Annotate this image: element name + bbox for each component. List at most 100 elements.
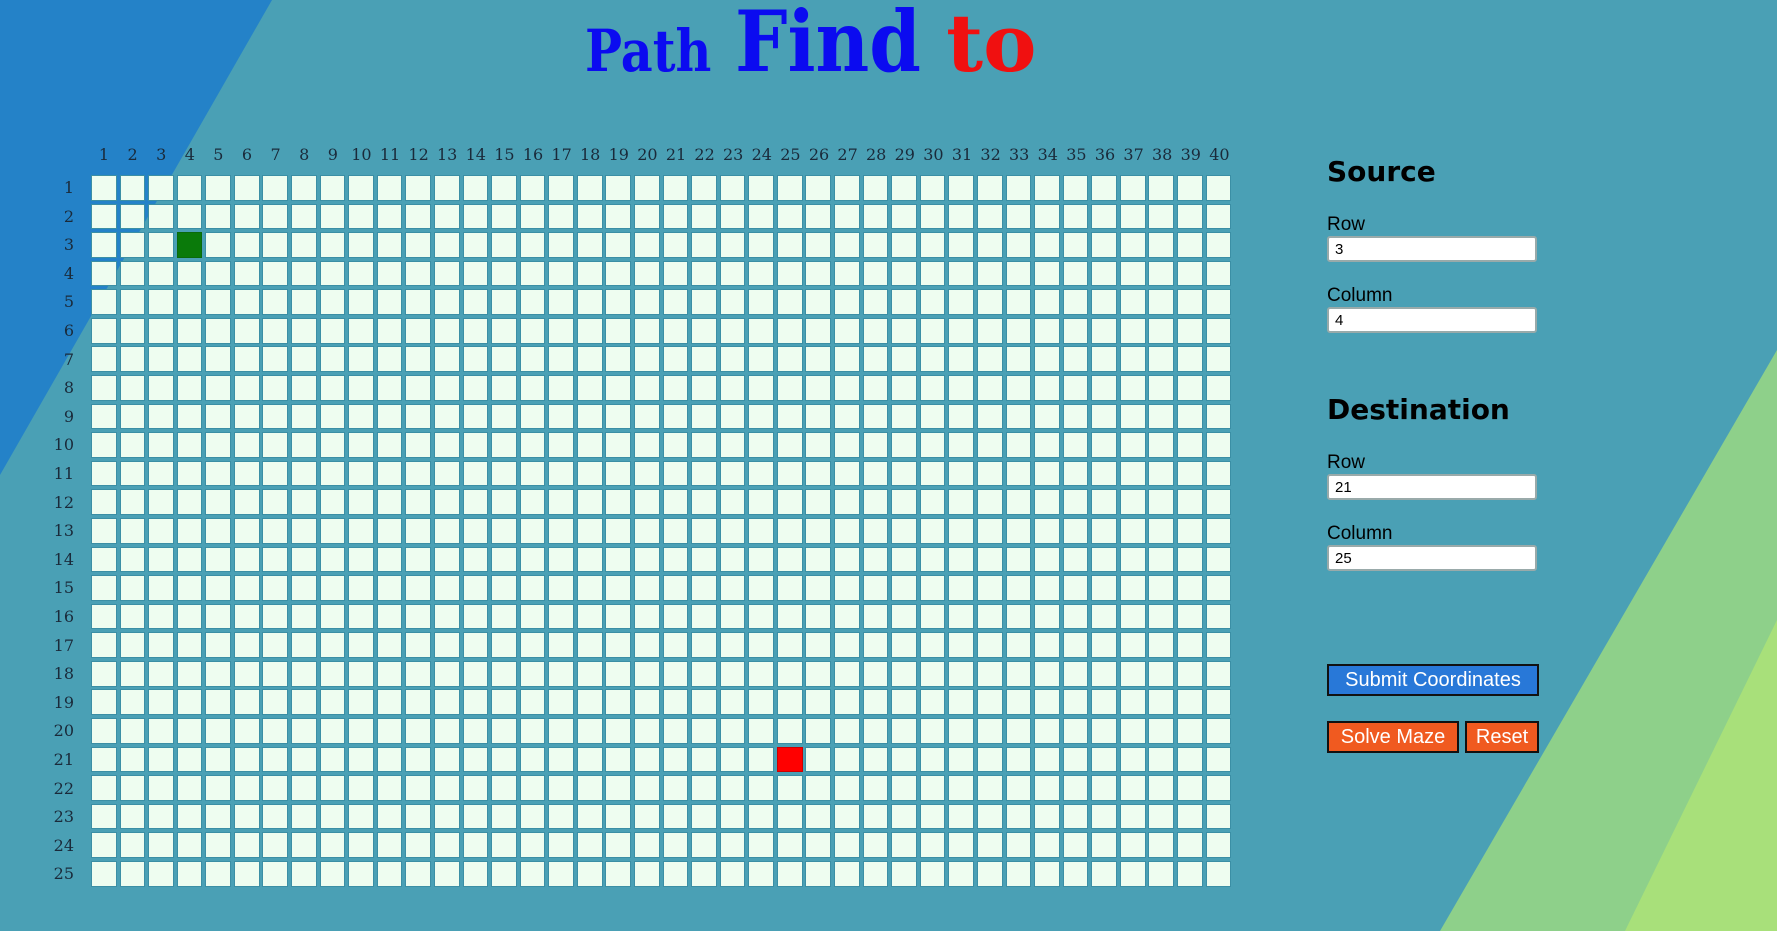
maze-cell[interactable] bbox=[376, 575, 403, 601]
maze-cell[interactable] bbox=[633, 575, 660, 601]
maze-cell[interactable] bbox=[1005, 175, 1032, 201]
maze-cell[interactable] bbox=[976, 717, 1003, 744]
maze-cell[interactable] bbox=[348, 575, 374, 601]
maze-cell[interactable] bbox=[176, 403, 203, 430]
maze-cell[interactable] bbox=[1119, 460, 1146, 487]
maze-cell[interactable] bbox=[119, 232, 146, 258]
maze-cell[interactable] bbox=[348, 689, 374, 716]
maze-cell[interactable] bbox=[691, 660, 717, 687]
maze-cell[interactable] bbox=[748, 460, 774, 487]
maze-cell[interactable] bbox=[691, 775, 717, 801]
maze-cell[interactable] bbox=[605, 832, 632, 858]
maze-cell[interactable] bbox=[548, 317, 574, 344]
maze-cell[interactable] bbox=[148, 489, 174, 516]
maze-cell[interactable] bbox=[148, 232, 174, 258]
maze-cell[interactable] bbox=[748, 432, 774, 458]
maze-cell[interactable] bbox=[1091, 203, 1117, 230]
maze-cell[interactable] bbox=[548, 489, 574, 516]
maze-cell[interactable] bbox=[1148, 746, 1175, 773]
maze-cell[interactable] bbox=[633, 603, 660, 630]
maze-cell[interactable] bbox=[919, 546, 946, 573]
maze-cell[interactable] bbox=[348, 717, 374, 744]
maze-cell[interactable] bbox=[491, 489, 517, 516]
maze-cell[interactable] bbox=[748, 832, 774, 858]
maze-cell[interactable] bbox=[633, 203, 660, 230]
maze-cell[interactable] bbox=[262, 317, 289, 344]
maze-cell[interactable] bbox=[433, 403, 460, 430]
maze-cell[interactable] bbox=[519, 632, 546, 658]
maze-cell[interactable] bbox=[262, 175, 289, 201]
maze-cell[interactable] bbox=[148, 375, 174, 401]
maze-cell[interactable] bbox=[1034, 346, 1060, 373]
maze-cell[interactable] bbox=[433, 232, 460, 258]
maze-cell[interactable] bbox=[605, 175, 632, 201]
maze-cell[interactable] bbox=[748, 317, 774, 344]
maze-cell[interactable] bbox=[319, 403, 346, 430]
maze-cell[interactable] bbox=[205, 546, 231, 573]
maze-cell[interactable] bbox=[176, 632, 203, 658]
maze-cell[interactable] bbox=[376, 546, 403, 573]
maze-cell[interactable] bbox=[405, 832, 432, 858]
maze-cell[interactable] bbox=[662, 289, 689, 315]
maze-cell[interactable] bbox=[319, 460, 346, 487]
maze-cell[interactable] bbox=[776, 432, 803, 458]
maze-cell[interactable] bbox=[491, 632, 517, 658]
maze-cell[interactable] bbox=[462, 232, 489, 258]
maze-cell[interactable] bbox=[91, 860, 117, 887]
maze-cell[interactable] bbox=[462, 346, 489, 373]
maze-cell[interactable] bbox=[862, 403, 889, 430]
maze-cell[interactable] bbox=[205, 317, 231, 344]
maze-cell[interactable] bbox=[205, 746, 231, 773]
maze-cell[interactable] bbox=[91, 775, 117, 801]
maze-cell[interactable] bbox=[519, 489, 546, 516]
maze-cell[interactable] bbox=[1205, 489, 1232, 516]
maze-cell[interactable] bbox=[1062, 460, 1089, 487]
maze-cell[interactable] bbox=[233, 317, 260, 344]
maze-cell[interactable] bbox=[576, 632, 603, 658]
maze-cell[interactable] bbox=[119, 517, 146, 544]
maze-cell[interactable] bbox=[91, 689, 117, 716]
maze-cell[interactable] bbox=[605, 232, 632, 258]
maze-cell[interactable] bbox=[776, 317, 803, 344]
maze-cell[interactable] bbox=[719, 603, 746, 630]
maze-cell[interactable] bbox=[348, 489, 374, 516]
maze-cell[interactable] bbox=[291, 489, 317, 516]
maze-cell[interactable] bbox=[291, 717, 317, 744]
maze-cell[interactable] bbox=[519, 232, 546, 258]
maze-cell[interactable] bbox=[1034, 575, 1060, 601]
maze-cell[interactable] bbox=[1005, 260, 1032, 287]
maze-cell[interactable] bbox=[462, 203, 489, 230]
maze-cell[interactable] bbox=[834, 432, 860, 458]
maze-cell[interactable] bbox=[891, 689, 917, 716]
maze-cell[interactable] bbox=[691, 317, 717, 344]
maze-cell[interactable] bbox=[1062, 346, 1089, 373]
maze-cell[interactable] bbox=[176, 432, 203, 458]
maze-cell[interactable] bbox=[1091, 175, 1117, 201]
maze-cell[interactable] bbox=[605, 460, 632, 487]
maze-cell[interactable] bbox=[834, 689, 860, 716]
maze-cell[interactable] bbox=[1205, 175, 1232, 201]
maze-cell[interactable] bbox=[376, 775, 403, 801]
maze-cell[interactable] bbox=[776, 546, 803, 573]
maze-cell[interactable] bbox=[205, 689, 231, 716]
maze-cell[interactable] bbox=[1176, 575, 1203, 601]
maze-cell[interactable] bbox=[119, 775, 146, 801]
maze-cell[interactable] bbox=[1148, 403, 1175, 430]
maze-cell[interactable] bbox=[1176, 632, 1203, 658]
maze-cell[interactable] bbox=[948, 403, 975, 430]
maze-cell[interactable] bbox=[1034, 175, 1060, 201]
maze-cell[interactable] bbox=[1062, 203, 1089, 230]
maze-cell[interactable] bbox=[491, 832, 517, 858]
maze-cell[interactable] bbox=[662, 717, 689, 744]
maze-cell[interactable] bbox=[233, 489, 260, 516]
maze-cell[interactable] bbox=[519, 775, 546, 801]
maze-cell[interactable] bbox=[748, 203, 774, 230]
maze-cell[interactable] bbox=[576, 375, 603, 401]
maze-cell[interactable] bbox=[776, 517, 803, 544]
maze-cell[interactable] bbox=[919, 775, 946, 801]
maze-cell[interactable] bbox=[348, 746, 374, 773]
maze-cell[interactable] bbox=[548, 346, 574, 373]
maze-cell[interactable] bbox=[976, 375, 1003, 401]
maze-cell[interactable] bbox=[1034, 775, 1060, 801]
maze-cell[interactable] bbox=[376, 832, 403, 858]
